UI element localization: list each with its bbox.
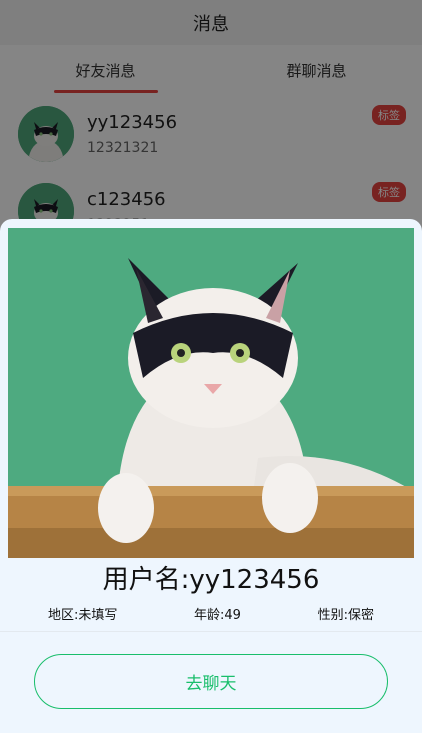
profile-gender: 性别:保密 — [317, 608, 374, 623]
profile-info-row: 地区:未填写 年龄:49 性别:保密 — [0, 604, 422, 623]
profile-username: 用户名:yy123456 — [102, 565, 320, 595]
divider — [0, 631, 422, 632]
profile-region: 地区:未填写 — [48, 608, 118, 623]
profile-age: 年龄:49 — [194, 608, 241, 623]
cat-photo — [8, 228, 414, 558]
profile-sheet: 用户名:yy123456 地区:未填写 年龄:49 性别:保密 去聊天 — [0, 219, 422, 733]
go-chat-button[interactable]: 去聊天 — [34, 654, 388, 709]
